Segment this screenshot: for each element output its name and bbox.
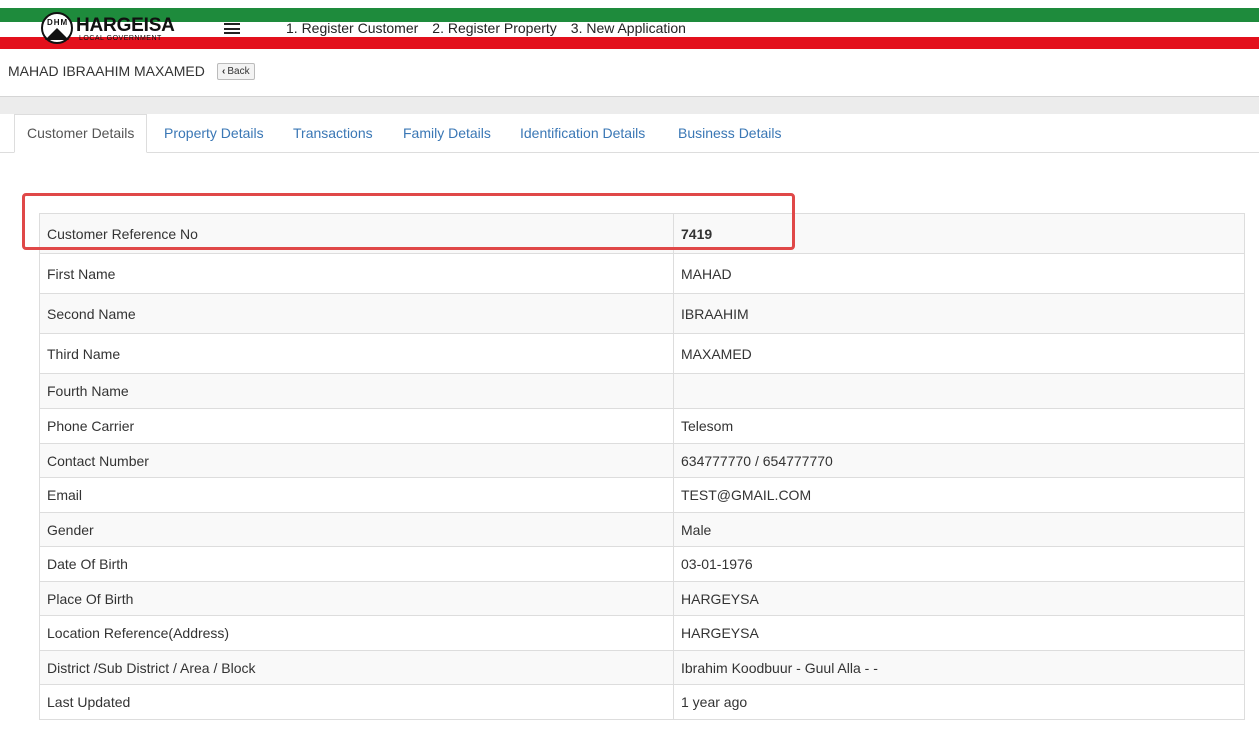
nav-link-register-customer[interactable]: 1. Register Customer [286,19,418,37]
detail-label: Third Name [39,333,674,374]
table-row: Location Reference(Address) HARGEYSA [39,615,1245,651]
detail-value: MAXAMED [673,333,1245,374]
brand-logo[interactable]: DHM HARGEISA LOCAL GOVERNMENT [40,12,175,46]
brand-title: HARGEISA [76,15,175,36]
emblem-letters: DHM [47,18,69,27]
detail-label: Date Of Birth [39,546,674,582]
flag-stripe-red [0,37,1259,49]
detail-value: HARGEYSA [673,581,1245,616]
city-emblem-icon: DHM [41,12,73,44]
nav-links: 1. Register Customer 2. Register Propert… [286,19,686,37]
table-row: Phone Carrier Telesom [39,408,1245,444]
brand-subtitle: LOCAL GOVERNMENT [79,35,162,42]
detail-label: Second Name [39,293,674,334]
detail-label: Customer Reference No [39,213,674,254]
table-row: Last Updated 1 year ago [39,684,1245,720]
back-button[interactable]: ‹ Back [217,63,255,80]
table-row: Date Of Birth 03-01-1976 [39,546,1245,582]
table-row: Customer Reference No 7419 [39,213,1245,254]
detail-label: Place Of Birth [39,581,674,616]
detail-value: 1 year ago [673,684,1245,720]
detail-value [673,373,1245,409]
tab-family-details[interactable]: Family Details [403,114,491,152]
detail-label: District /Sub District / Area / Block [39,650,674,685]
detail-label: First Name [39,253,674,294]
detail-value: Ibrahim Koodbuur - Guul Alla - - [673,650,1245,685]
detail-value: 7419 [673,213,1245,254]
detail-value: 634777770 / 654777770 [673,443,1245,478]
detail-value: 03-01-1976 [673,546,1245,582]
table-row: Email TEST@GMAIL.COM [39,477,1245,513]
tab-property-details[interactable]: Property Details [164,114,264,152]
detail-value: Male [673,512,1245,547]
table-row: Fourth Name [39,373,1245,409]
detail-label: Fourth Name [39,373,674,409]
table-row: First Name MAHAD [39,253,1245,294]
table-row: Third Name MAXAMED [39,333,1245,374]
tab-customer-details[interactable]: Customer Details [14,114,148,153]
tab-identification-details[interactable]: Identification Details [520,114,645,152]
table-row: Gender Male [39,512,1245,547]
detail-label: Gender [39,512,674,547]
table-row: District /Sub District / Area / Block Ib… [39,650,1245,685]
nav-link-register-property[interactable]: 2. Register Property [432,19,557,37]
detail-value: IBRAAHIM [673,293,1245,334]
tab-business-details[interactable]: Business Details [678,114,782,152]
customer-details-table: Customer Reference No 7419 First Name MA… [39,213,1245,720]
back-button-label: Back [227,66,250,77]
flag-stripe-white-top [0,0,1259,8]
detail-label: Last Updated [39,684,674,720]
chevron-left-icon: ‹ [222,66,226,77]
top-navbar: DHM HARGEISA LOCAL GOVERNMENT 1. Registe… [0,0,1259,50]
detail-value: MAHAD [673,253,1245,294]
table-row: Contact Number 634777770 / 654777770 [39,443,1245,478]
detail-label: Contact Number [39,443,674,478]
table-row: Place Of Birth HARGEYSA [39,581,1245,616]
nav-link-new-application[interactable]: 3. New Application [571,19,686,37]
page-title: MAHAD IBRAAHIM MAXAMED [8,63,205,79]
detail-label: Location Reference(Address) [39,615,674,651]
detail-value: TEST@GMAIL.COM [673,477,1245,513]
tab-bar: Customer Details Property Details Transa… [14,114,1259,153]
detail-value: HARGEYSA [673,615,1245,651]
table-row: Second Name IBRAAHIM [39,293,1245,334]
detail-label: Email [39,477,674,513]
page-header: MAHAD IBRAAHIM MAXAMED ‹ Back [0,50,1259,97]
detail-label: Phone Carrier [39,408,674,444]
hamburger-menu-icon[interactable] [224,23,240,35]
tab-transactions[interactable]: Transactions [293,114,373,152]
detail-value: Telesom [673,408,1245,444]
